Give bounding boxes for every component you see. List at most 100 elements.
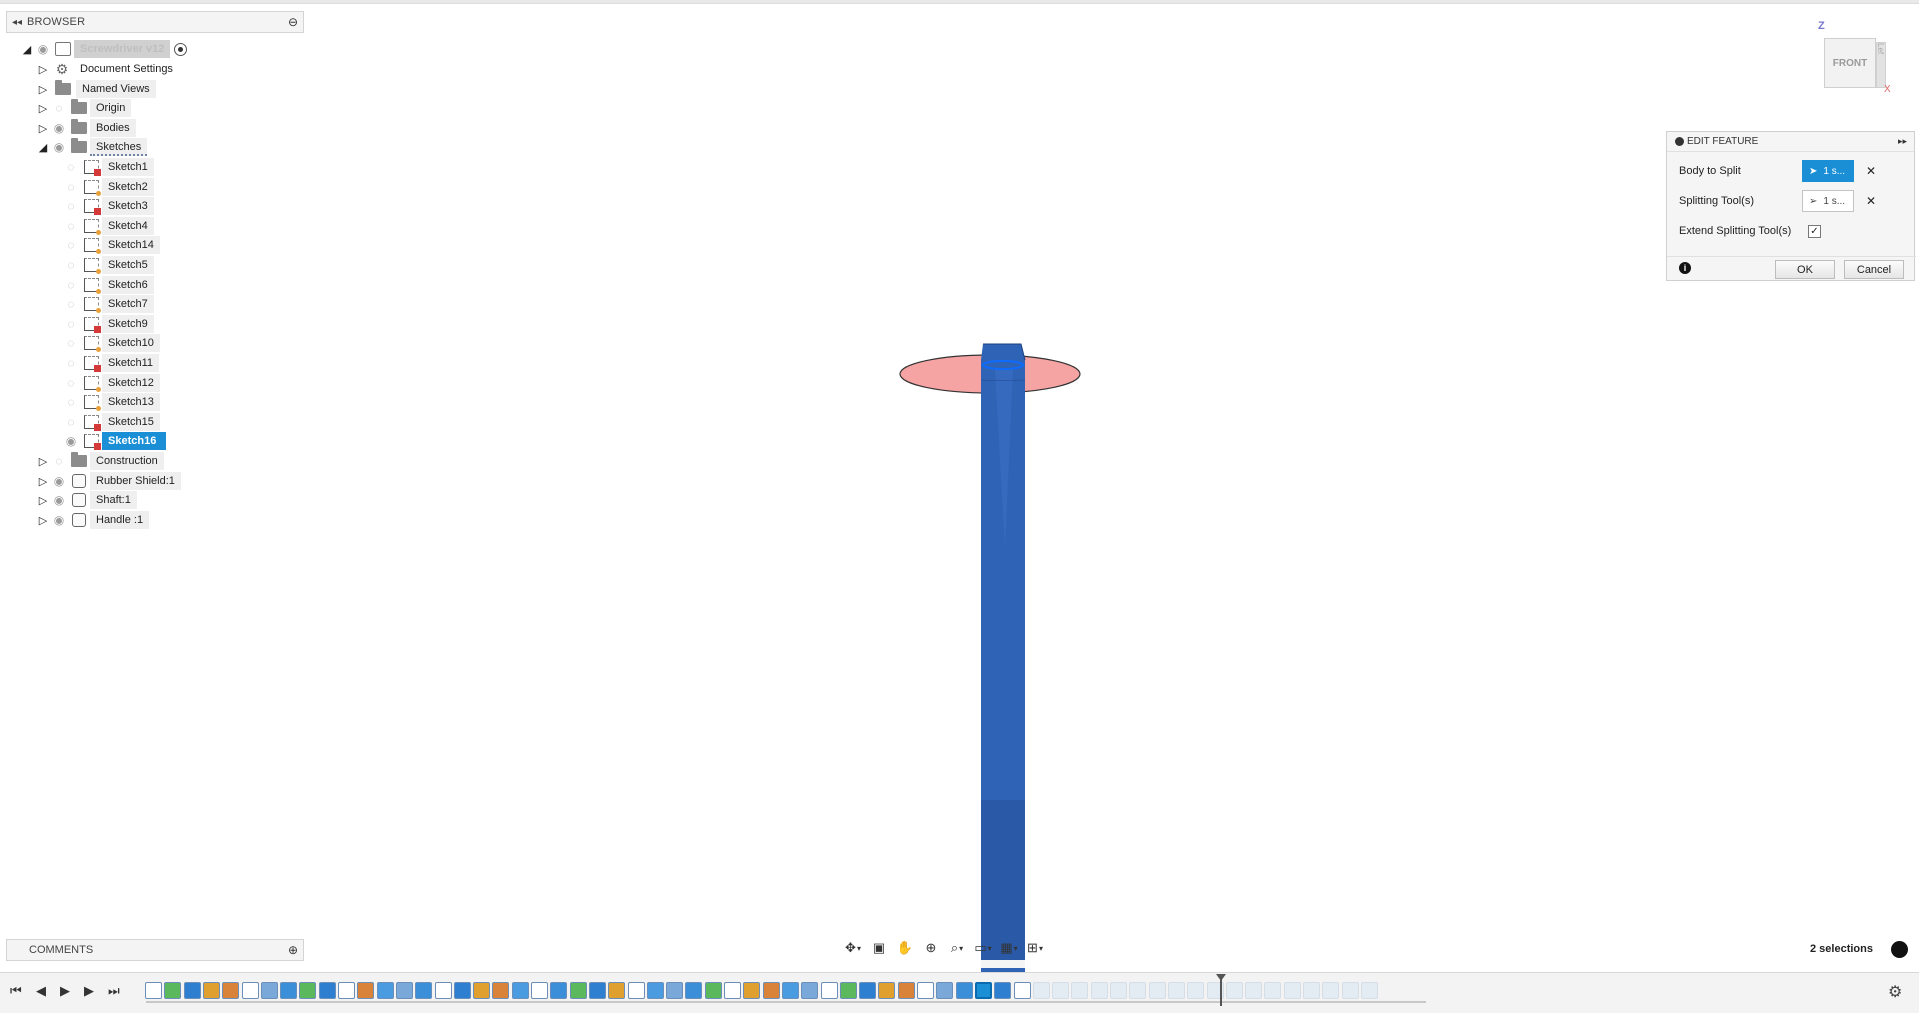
- timeline-feature[interactable]: [415, 982, 433, 999]
- grid-settings-icon[interactable]: ▦ ▾: [998, 938, 1020, 958]
- sketch-item[interactable]: ◌ Sketch4: [62, 216, 154, 236]
- browser-panel-header[interactable]: ◂◂ BROWSER ⊖: [6, 11, 304, 33]
- timeline-feature[interactable]: [1322, 982, 1340, 999]
- timeline-feature[interactable]: [859, 982, 877, 999]
- timeline-feature[interactable]: [280, 982, 298, 999]
- hidden-eye-icon[interactable]: ◌: [62, 356, 80, 370]
- timeline-feature[interactable]: [1129, 982, 1147, 999]
- hidden-eye-icon[interactable]: ◌: [62, 199, 80, 213]
- hidden-eye-icon[interactable]: ◌: [62, 238, 80, 252]
- collapsed-triangle-icon[interactable]: ▷: [36, 82, 50, 96]
- timeline-feature[interactable]: [453, 982, 471, 999]
- timeline-feature[interactable]: [1303, 982, 1320, 999]
- view-cube-side-face[interactable]: Lef: [1876, 42, 1886, 88]
- timeline-feature[interactable]: [936, 982, 954, 999]
- timeline-feature[interactable]: [878, 982, 896, 999]
- expanded-triangle-icon[interactable]: ◢: [20, 42, 34, 56]
- hidden-eye-icon[interactable]: ◌: [62, 317, 80, 331]
- timeline-feature[interactable]: [1052, 982, 1070, 999]
- timeline-feature[interactable]: [357, 982, 375, 999]
- hidden-eye-icon[interactable]: ◌: [62, 258, 80, 272]
- timeline-feature[interactable]: [666, 982, 684, 999]
- sketch-item[interactable]: ◌ Sketch3: [62, 196, 154, 216]
- timeline-feature[interactable]: [994, 982, 1012, 999]
- timeline-feature[interactable]: [434, 982, 452, 999]
- timeline-feature[interactable]: [202, 982, 220, 999]
- timeline-feature[interactable]: [511, 982, 529, 999]
- timeline-feature[interactable]: [1187, 982, 1205, 999]
- dialog-header[interactable]: EDIT FEATURE ▸▸: [1667, 132, 1914, 152]
- timeline-feature[interactable]: [704, 982, 722, 999]
- sketch-item[interactable]: ◌ Sketch9: [62, 314, 154, 334]
- timeline-feature[interactable]: [299, 982, 317, 999]
- hidden-eye-icon[interactable]: ◌: [62, 160, 80, 174]
- visibility-eye-icon[interactable]: ◉: [50, 513, 68, 527]
- collapsed-triangle-icon[interactable]: ▷: [36, 513, 50, 527]
- hidden-eye-icon[interactable]: ◌: [62, 395, 80, 409]
- visibility-eye-icon[interactable]: ◉: [50, 493, 68, 507]
- timeline-feature[interactable]: [395, 982, 413, 999]
- body-to-split-selector[interactable]: ➤ 1 s...: [1802, 160, 1854, 182]
- timeline-feature[interactable]: [1167, 982, 1185, 999]
- timeline-feature[interactable]: [801, 982, 819, 999]
- hidden-eye-icon[interactable]: ◌: [62, 297, 80, 311]
- timeline-feature[interactable]: [1245, 982, 1263, 999]
- timeline-feature[interactable]: [1360, 982, 1378, 999]
- timeline-feature[interactable]: [608, 982, 626, 999]
- timeline-feature[interactable]: [820, 982, 838, 999]
- timeline-feature[interactable]: [839, 982, 857, 999]
- root-component-label[interactable]: Screwdriver v12: [74, 40, 171, 58]
- sketch-item[interactable]: ◌ Sketch13: [62, 392, 160, 412]
- display-settings-icon[interactable]: ▭ ▾: [972, 938, 994, 958]
- sketch-item[interactable]: ◌ Sketch15: [62, 412, 160, 432]
- tree-item-origin[interactable]: ▷ ◌ Origin: [36, 98, 132, 118]
- visibility-eye-icon[interactable]: ◉: [50, 121, 68, 135]
- sketch-item[interactable]: ◌ Sketch12: [62, 373, 160, 393]
- sketch-item[interactable]: ◌ Sketch5: [62, 255, 154, 275]
- timeline-feature[interactable]: [1264, 982, 1282, 999]
- info-icon[interactable]: i: [1679, 262, 1691, 274]
- timeline-feature[interactable]: [145, 982, 162, 999]
- timeline-feature[interactable]: [1148, 982, 1166, 999]
- timeline-feature[interactable]: [627, 982, 645, 999]
- timeline-feature[interactable]: [1032, 982, 1050, 999]
- cancel-button[interactable]: Cancel: [1844, 260, 1904, 279]
- extend-splitting-checkbox[interactable]: ✓: [1808, 224, 1821, 238]
- timeline-feature[interactable]: [724, 982, 741, 999]
- expanded-triangle-icon[interactable]: ◢: [36, 140, 50, 154]
- hidden-eye-icon[interactable]: ◌: [62, 415, 80, 429]
- viewports-icon[interactable]: ⊞ ▾: [1024, 938, 1046, 958]
- tree-item-sketches[interactable]: ◢ ◉ Sketches: [36, 137, 148, 157]
- hidden-eye-icon[interactable]: ◌: [50, 454, 68, 468]
- timeline-feature[interactable]: [222, 982, 240, 999]
- collapse-panel-icon[interactable]: ◂◂: [7, 17, 27, 28]
- visibility-eye-icon[interactable]: ◉: [50, 140, 68, 154]
- timeline-feature[interactable]: [531, 982, 548, 999]
- play-icon[interactable]: ▶: [60, 983, 70, 999]
- orbit-icon[interactable]: ✥ ▾: [842, 938, 864, 958]
- tree-item-handle[interactable]: ▷ ◉ Handle :1: [36, 510, 150, 530]
- sketch-item[interactable]: ◌ Sketch10: [62, 333, 160, 353]
- collapsed-triangle-icon[interactable]: ▷: [36, 493, 50, 507]
- sketch-item[interactable]: ◌ Sketch6: [62, 275, 154, 295]
- sketch-item[interactable]: ◌ Sketch1: [62, 157, 154, 177]
- timeline-settings-gear-icon[interactable]: ⚙: [1888, 982, 1902, 1002]
- tree-item-rubber-shield[interactable]: ▷ ◉ Rubber Shield:1: [36, 471, 181, 491]
- zoom-icon[interactable]: ⊕: [920, 938, 942, 958]
- hidden-eye-icon[interactable]: ◌: [62, 180, 80, 194]
- view-cube[interactable]: Z FRONT Lef X: [1816, 20, 1891, 96]
- visibility-eye-icon[interactable]: ◉: [50, 474, 68, 488]
- tree-item-named-views[interactable]: ▷ Named Views: [36, 79, 156, 99]
- view-cube-front-face[interactable]: FRONT: [1824, 38, 1876, 88]
- tree-item-shaft[interactable]: ▷ ◉ Shaft:1: [36, 490, 137, 510]
- step-back-icon[interactable]: ◀: [36, 983, 46, 999]
- timeline-feature[interactable]: [588, 982, 606, 999]
- ok-button[interactable]: OK: [1775, 260, 1835, 279]
- timeline-feature[interactable]: [646, 982, 664, 999]
- go-to-start-icon[interactable]: ⏮: [10, 983, 22, 999]
- timeline-feature[interactable]: [338, 982, 355, 999]
- timeline-feature[interactable]: [376, 982, 394, 999]
- timeline-feature[interactable]: [1071, 982, 1089, 999]
- collapsed-triangle-icon[interactable]: ▷: [36, 62, 50, 76]
- look-at-icon[interactable]: ▣: [868, 938, 890, 958]
